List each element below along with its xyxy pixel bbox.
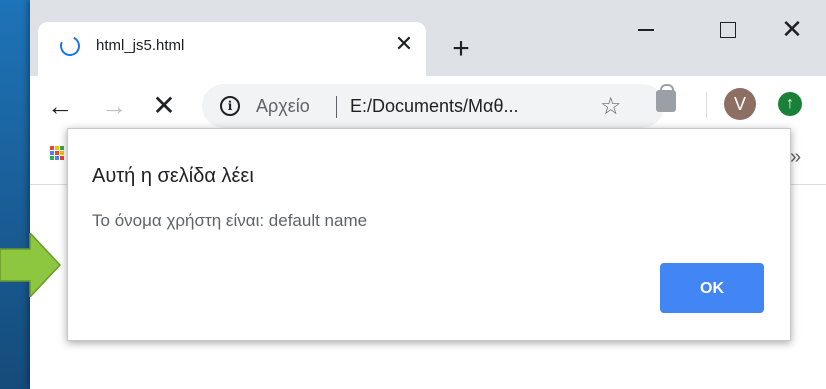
address-separator bbox=[336, 96, 337, 118]
apps-dot bbox=[55, 146, 59, 150]
apps-dot bbox=[50, 156, 54, 160]
window-close-button[interactable]: ✕ bbox=[772, 14, 812, 44]
apps-dot bbox=[55, 156, 59, 160]
tab-close-icon[interactable]: ✕ bbox=[390, 30, 418, 58]
apps-dot bbox=[60, 151, 64, 155]
spinner-icon bbox=[57, 33, 83, 59]
toolbar-separator bbox=[706, 92, 707, 118]
desktop-background bbox=[0, 0, 30, 389]
dialog-title: Αυτή η σελίδα λέει bbox=[92, 165, 254, 187]
url-text[interactable]: E:/Documents/Μαθ... bbox=[350, 96, 518, 117]
apps-dot bbox=[50, 151, 54, 155]
tab-html-js5[interactable]: html_js5.html ✕ bbox=[38, 22, 426, 76]
new-tab-button[interactable]: + bbox=[444, 32, 478, 66]
scheme-label: Αρχείο bbox=[256, 96, 310, 116]
apps-dot bbox=[50, 146, 54, 150]
alert-dialog: Αυτή η σελίδα λέει Το όνομα χρήστη είναι… bbox=[67, 128, 791, 341]
apps-icon[interactable] bbox=[50, 146, 64, 160]
maximize-button[interactable] bbox=[708, 14, 748, 44]
tab-title: html_js5.html bbox=[96, 37, 185, 54]
update-icon[interactable]: ↑ bbox=[778, 92, 802, 116]
back-button[interactable]: ← bbox=[44, 90, 76, 122]
dialog-message: Το όνομα χρήστη είναι: default name bbox=[92, 211, 368, 230]
stop-button[interactable]: ✕ bbox=[148, 90, 180, 122]
forward-button[interactable]: → bbox=[98, 90, 130, 122]
green-arrow-icon bbox=[0, 233, 62, 297]
apps-dot bbox=[55, 151, 59, 155]
maximize-icon bbox=[720, 21, 736, 38]
shopping-bag-icon[interactable] bbox=[656, 84, 676, 112]
info-icon[interactable]: i bbox=[220, 96, 240, 116]
profile-avatar[interactable]: V bbox=[724, 88, 756, 120]
minimize-icon bbox=[638, 28, 654, 31]
ok-button[interactable]: OK bbox=[660, 263, 764, 313]
title-bar: html_js5.html ✕ + ✕ bbox=[30, 0, 826, 76]
apps-dot bbox=[60, 156, 64, 160]
bookmark-star-icon[interactable]: ☆ bbox=[600, 92, 622, 121]
bookmarks-overflow-button[interactable]: » bbox=[790, 146, 801, 169]
minimize-button[interactable] bbox=[626, 14, 666, 44]
address-bar[interactable]: i Αρχείο E:/Documents/Μαθ... ☆ bbox=[202, 84, 664, 128]
apps-dot bbox=[60, 146, 64, 150]
